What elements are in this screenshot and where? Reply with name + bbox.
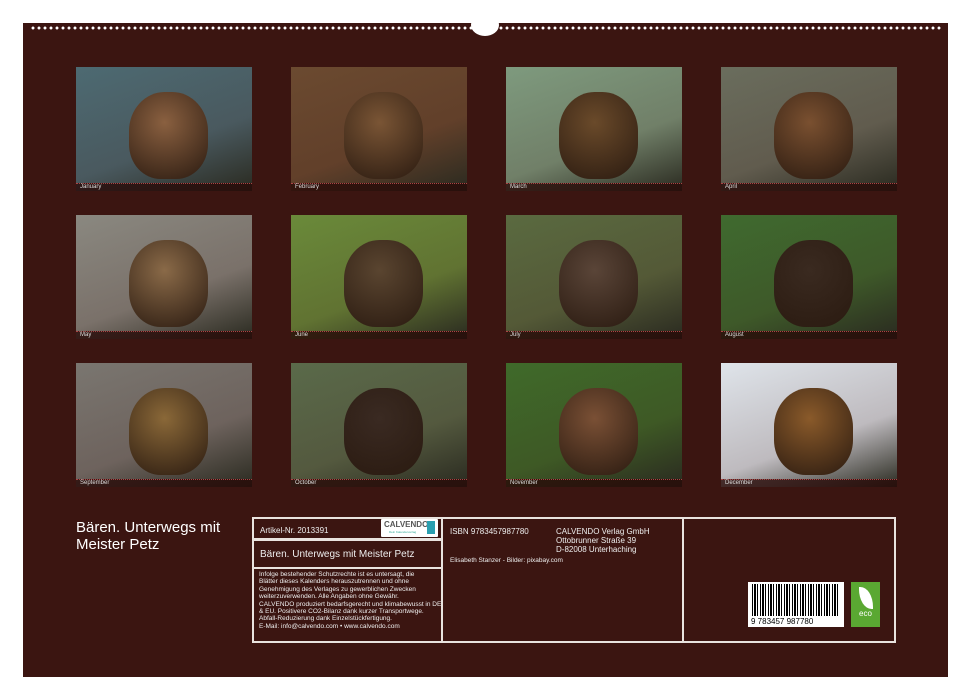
month-label: March — [510, 184, 527, 191]
bear-image — [129, 388, 208, 475]
calendar-title: Bären. Unterwegs mit Meister Petz — [76, 519, 246, 553]
month-label: October — [295, 480, 316, 487]
bear-image — [129, 240, 208, 327]
photo-december: December — [721, 363, 897, 487]
month-strip: September — [76, 479, 252, 487]
bear-image — [559, 388, 638, 475]
publisher-line: CALVENDO Verlag GmbH — [556, 527, 650, 536]
info-title: Bären. Unterwegs mit Meister Petz — [260, 549, 415, 560]
photo-august: August — [721, 215, 897, 339]
month-strip: June — [291, 331, 467, 339]
bear-image — [774, 388, 853, 475]
logo-mark — [427, 521, 435, 534]
month-label: June — [295, 332, 308, 339]
credits: Elisabeth Stanzer - Bilder: pixabay.com — [450, 556, 563, 565]
hanging-hole — [471, 14, 499, 36]
month-label: January — [80, 184, 101, 191]
photo-march: March — [506, 67, 682, 191]
photo-april: April — [721, 67, 897, 191]
barcode: 9 783457 987780 — [748, 582, 844, 627]
month-label: December — [725, 480, 753, 487]
bear-image — [559, 92, 638, 179]
publisher-address: CALVENDO Verlag GmbHOttobrunner Straße 3… — [556, 527, 650, 554]
photo-july: July — [506, 215, 682, 339]
barcode-bars — [752, 584, 840, 616]
bear-image — [344, 240, 423, 327]
month-strip: February — [291, 183, 467, 191]
legal-line: Genehmigung des Verlages zu gewerblichen… — [259, 586, 444, 593]
legal-line: weiterzuverwenden. Alle Angaben ohne Gew… — [259, 593, 444, 600]
bear-image — [129, 92, 208, 179]
eco-label: eco — [851, 609, 880, 618]
month-strip: January — [76, 183, 252, 191]
photo-september: September — [76, 363, 252, 487]
legal-line: Blätter dieses Kalenders herauszutrennen… — [259, 578, 444, 585]
month-strip: April — [721, 183, 897, 191]
logo-tagline: Dein Kalenderverlag — [389, 530, 416, 534]
legal-line: CALVENDO produziert bedarfsgerecht und k… — [259, 601, 444, 608]
photo-november: November — [506, 363, 682, 487]
photo-october: October — [291, 363, 467, 487]
bear-image — [774, 240, 853, 327]
legal-line: Infolge bestehender Schutzrechte ist es … — [259, 571, 444, 578]
month-label: September — [80, 480, 109, 487]
legal-line: Abfall-Reduzierung dank Einzelstückferti… — [259, 615, 444, 622]
barcode-number: 9 783457 987780 — [751, 617, 813, 626]
logo-text: CALVENDO — [384, 520, 428, 529]
photo-february: February — [291, 67, 467, 191]
month-label: July — [510, 332, 521, 339]
month-strip: March — [506, 183, 682, 191]
month-label: November — [510, 480, 538, 487]
month-label: May — [80, 332, 91, 339]
bear-image — [774, 92, 853, 179]
month-label: February — [295, 184, 319, 191]
month-label: April — [725, 184, 737, 191]
photo-june: June — [291, 215, 467, 339]
photo-may: May — [76, 215, 252, 339]
month-strip: October — [291, 479, 467, 487]
calvendo-logo: CALVENDO Dein Kalenderverlag — [381, 519, 438, 537]
legal-line: & EU. Positivere CO2-Bilanz dank kurzer … — [259, 608, 444, 615]
legal-line: E-Mail: info@calvendo.com • www.calvendo… — [259, 623, 444, 630]
month-strip: November — [506, 479, 682, 487]
month-strip: August — [721, 331, 897, 339]
bear-image — [344, 388, 423, 475]
publisher-line: Ottobrunner Straße 39 — [556, 536, 650, 545]
month-strip: December — [721, 479, 897, 487]
month-label: August — [725, 332, 744, 339]
leaf-icon — [859, 587, 873, 609]
month-strip: July — [506, 331, 682, 339]
bear-image — [344, 92, 423, 179]
eco-badge: eco — [851, 582, 880, 627]
bear-image — [559, 240, 638, 327]
isbn: ISBN 9783457987780 — [450, 527, 529, 536]
month-strip: May — [76, 331, 252, 339]
photo-january: January — [76, 67, 252, 191]
publisher-line: D-82008 Unterhaching — [556, 545, 650, 554]
legal-text: Infolge bestehender Schutzrechte ist es … — [259, 571, 444, 630]
article-number: Artikel-Nr. 2013391 — [260, 526, 328, 535]
